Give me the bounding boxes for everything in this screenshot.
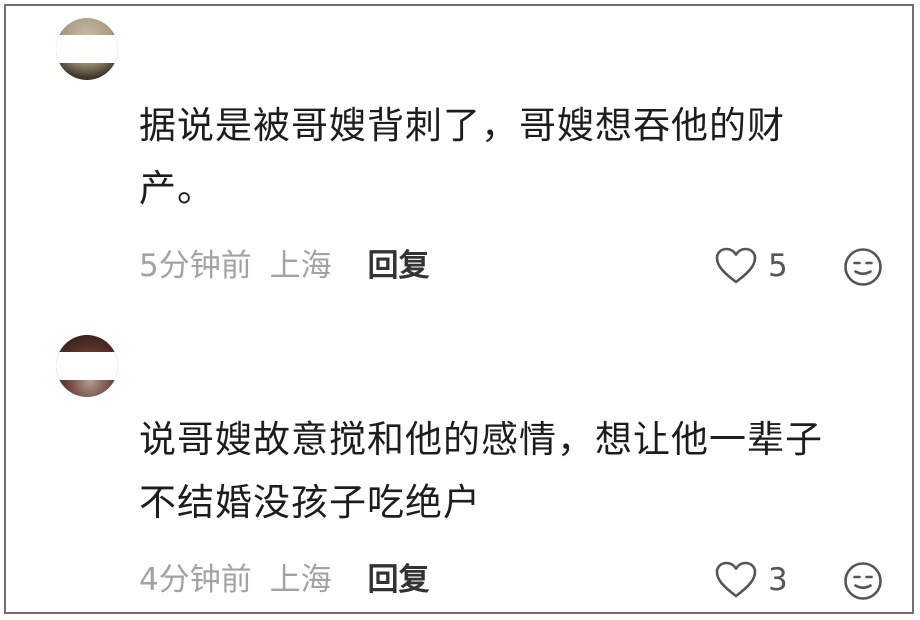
comment-item: 据说是被哥嫂背刺了，哥嫂想吞他的财 产。 5分钟前 上海 回复 5 <box>6 6 912 306</box>
like-button[interactable]: 3 <box>714 558 788 602</box>
heart-outline-icon <box>715 247 757 284</box>
comment-location: 上海 <box>269 248 332 284</box>
comment-text-line: 产。 <box>139 167 215 210</box>
reply-button[interactable]: 回复 <box>367 248 429 284</box>
comment-text-line: 不结婚没孩子吃绝户 <box>139 481 481 524</box>
emoji-face-icon <box>844 248 882 286</box>
comment-text-line: 说哥嫂故意搅和他的感情，想让他一辈子 <box>139 418 823 461</box>
comment-item: 说哥嫂故意搅和他的感情，想让他一辈子 不结婚没孩子吃绝户 4分钟前 上海 回复 … <box>6 313 912 612</box>
reaction-button[interactable] <box>842 246 884 288</box>
like-count: 5 <box>768 248 788 284</box>
reply-button[interactable]: 回复 <box>367 562 429 598</box>
avatar-cropped-area <box>56 35 118 63</box>
comment-meta: 4分钟前 上海 回复 <box>139 558 429 602</box>
comment-time: 5分钟前 <box>139 248 252 284</box>
commenter-avatar[interactable] <box>56 18 118 80</box>
comment-location: 上海 <box>269 562 332 598</box>
emoji-face-icon <box>844 562 882 600</box>
comment-list: 据说是被哥嫂背刺了，哥嫂想吞他的财 产。 5分钟前 上海 回复 5 说哥嫂故意搅… <box>4 4 914 614</box>
comment-text: 说哥嫂故意搅和他的感情，想让他一辈子 不结婚没孩子吃绝户 <box>139 408 899 534</box>
comment-time: 4分钟前 <box>139 562 252 598</box>
commenter-avatar[interactable] <box>56 335 118 397</box>
comment-text: 据说是被哥嫂背刺了，哥嫂想吞他的财 产。 <box>139 94 899 220</box>
like-button[interactable]: 5 <box>714 244 788 288</box>
comment-text-line: 据说是被哥嫂背刺了，哥嫂想吞他的财 <box>139 104 785 147</box>
like-count: 3 <box>768 562 788 598</box>
avatar-cropped-area <box>56 352 118 380</box>
reaction-button[interactable] <box>842 560 884 602</box>
heart-outline-icon <box>715 561 757 598</box>
comment-meta: 5分钟前 上海 回复 <box>139 244 429 288</box>
